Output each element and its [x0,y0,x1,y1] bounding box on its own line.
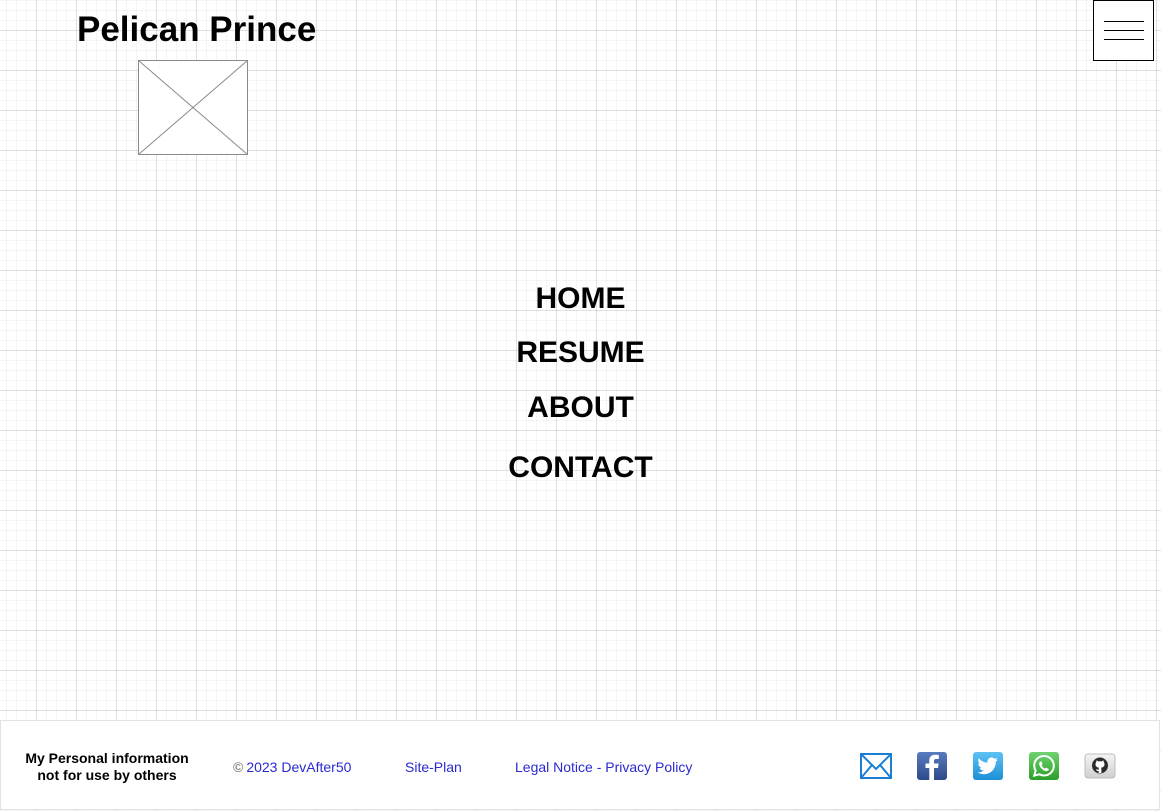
disclaimer-line-2: not for use by others [37,767,177,783]
facebook-icon[interactable] [916,752,948,780]
hamburger-menu-button[interactable] [1093,0,1154,61]
copyright-icon: © [233,759,244,775]
site-footer: My Personal information not for use by o… [0,720,1160,810]
github-icon[interactable] [1084,752,1116,780]
site-plan-link[interactable]: Site-Plan [405,759,462,776]
whatsapp-icon[interactable] [1028,752,1060,780]
footer-disclaimer: My Personal information not for use by o… [15,750,199,784]
nav-item-contact[interactable]: CONTACT [0,450,1161,486]
nav-item-home[interactable]: HOME [0,281,1161,317]
logo-image-placeholder [138,60,248,155]
legal-privacy-link[interactable]: Legal Notice - Privacy Policy [515,759,692,776]
copyright-text: 2023 DevAfter50 [246,759,352,775]
mail-icon[interactable] [860,752,892,780]
disclaimer-line-1: My Personal information [25,750,189,766]
site-title: Pelican Prince [77,10,317,49]
nav-item-about[interactable]: ABOUT [0,390,1161,426]
twitter-icon[interactable] [972,752,1004,780]
nav-item-resume[interactable]: RESUME [0,335,1161,371]
copyright-notice[interactable]: © 2023 DevAfter50 [233,759,351,776]
